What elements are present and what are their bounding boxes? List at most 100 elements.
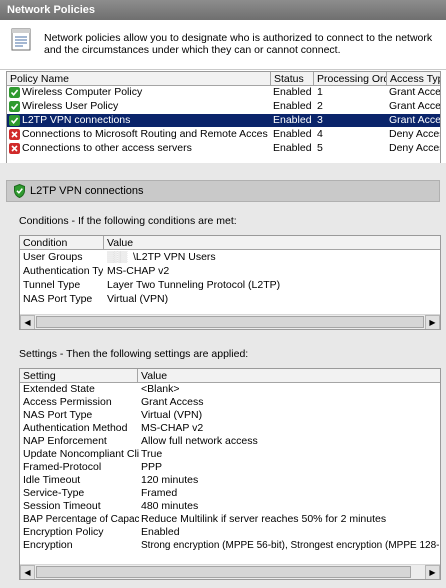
scroll-thumb[interactable] [36, 316, 424, 328]
setting-row[interactable]: Encryption Strong encryption (MPPE 56-bi… [20, 539, 440, 552]
setting-name: Update Noncompliant Clients [23, 448, 139, 460]
policy-access-type: Deny Access [389, 128, 440, 140]
setting-name: Idle Timeout [23, 474, 81, 486]
column-header-processing-order[interactable]: Processing Order [314, 72, 387, 86]
condition-row[interactable]: NAS Port Type Virtual (VPN) [20, 293, 440, 306]
condition-row[interactable]: Authentication Type MS-CHAP v2 [20, 265, 440, 278]
policy-access-type: Grant Access [389, 100, 441, 112]
detail-title: L2TP VPN connections [30, 185, 144, 197]
scroll-right-button[interactable]: ▶ [425, 565, 440, 579]
setting-value: Enabled [141, 526, 180, 538]
condition-name: NAS Port Type [23, 293, 93, 305]
column-header-value[interactable]: Value [138, 369, 440, 383]
setting-row[interactable]: Update Noncompliant Clients True [20, 448, 440, 461]
column-header-setting[interactable]: Setting [20, 369, 138, 383]
setting-name: Access Permission [23, 396, 112, 408]
setting-value: Grant Access [141, 396, 204, 408]
policy-status: Enabled [273, 114, 312, 126]
scroll-left-button[interactable]: ◀ [20, 565, 35, 579]
condition-name: Authentication Type [23, 265, 103, 277]
setting-value: Strong encryption (MPPE 56-bit), Stronge… [141, 540, 439, 551]
scroll-left-button[interactable]: ◀ [20, 315, 35, 329]
policy-name: L2TP VPN connections [22, 114, 131, 126]
policy-row[interactable]: Connections to other access servers Enab… [7, 142, 440, 155]
condition-name: User Groups [23, 251, 83, 263]
setting-row[interactable]: Extended State <Blank> [20, 383, 440, 396]
conditions-horizontal-scrollbar[interactable]: ◀ ▶ [20, 314, 440, 329]
setting-row[interactable]: Framed-Protocol PPP [20, 461, 440, 474]
policy-name: Wireless User Policy [22, 100, 119, 112]
grant-policy-icon [9, 101, 20, 112]
policy-status: Enabled [273, 142, 312, 154]
setting-value: 120 minutes [141, 474, 199, 486]
policy-row[interactable]: Connections to Microsoft Routing and Rem… [7, 128, 440, 141]
condition-row[interactable]: User Groups ▒▒▒ \L2TP VPN Users [20, 251, 440, 264]
setting-row[interactable]: Service-Type Framed [20, 487, 440, 500]
setting-name: BAP Percentage of Capacity [23, 514, 139, 525]
policy-order: 4 [317, 128, 323, 140]
policy-shield-icon [14, 184, 25, 198]
grant-policy-icon [9, 115, 20, 126]
conditions-list[interactable]: Condition Value User Groups ▒▒▒ \L2TP VP… [19, 235, 441, 330]
description-area: Network policies allow you to designate … [0, 20, 446, 70]
setting-name: Encryption Policy [23, 526, 104, 538]
policy-row-selected[interactable]: L2TP VPN connections Enabled 3 Grant Acc… [7, 114, 440, 127]
grant-policy-icon [9, 87, 20, 98]
setting-name: Extended State [23, 383, 95, 395]
column-header-status[interactable]: Status [271, 72, 314, 86]
setting-value: 480 minutes [141, 500, 199, 512]
condition-row[interactable]: Tunnel Type Layer Two Tunneling Protocol… [20, 279, 440, 292]
document-list-icon [11, 28, 31, 51]
setting-name: Authentication Method [23, 422, 128, 434]
setting-row[interactable]: NAP Enforcement Allow full network acces… [20, 435, 440, 448]
setting-row[interactable]: Authentication Method MS-CHAP v2 [20, 422, 440, 435]
panel-title: Network Policies [0, 0, 446, 20]
settings-list[interactable]: Setting Value Extended State <Blank> Acc… [19, 368, 441, 580]
setting-name: NAS Port Type [23, 409, 93, 421]
condition-value: Layer Two Tunneling Protocol (L2TP) [107, 279, 281, 291]
setting-row[interactable]: Access Permission Grant Access [20, 396, 440, 409]
condition-name: Tunnel Type [23, 279, 81, 291]
setting-name: Service-Type [23, 487, 85, 499]
policy-order: 1 [317, 86, 323, 98]
scroll-thumb[interactable] [36, 566, 411, 578]
setting-row[interactable]: Idle Timeout 120 minutes [20, 474, 440, 487]
setting-row[interactable]: NAS Port Type Virtual (VPN) [20, 409, 440, 422]
deny-policy-icon [9, 143, 20, 154]
policy-name: Connections to Microsoft Routing and Rem… [22, 128, 268, 140]
setting-value: Reduce Multilink if server reaches 50% f… [141, 513, 387, 525]
settings-horizontal-scrollbar[interactable]: ◀ ▶ [20, 564, 440, 579]
condition-value: Virtual (VPN) [107, 293, 169, 305]
setting-name: NAP Enforcement [23, 435, 107, 447]
column-header-condition[interactable]: Condition [20, 236, 104, 250]
setting-row[interactable]: Session Timeout 480 minutes [20, 500, 440, 513]
setting-row[interactable]: BAP Percentage of Capacity Reduce Multil… [20, 513, 440, 526]
condition-value: \L2TP VPN Users [133, 251, 216, 263]
setting-value: True [141, 448, 163, 460]
policy-access-type: Grant Access [389, 114, 441, 126]
column-header-value[interactable]: Value [104, 236, 440, 250]
setting-name: Session Timeout [23, 500, 101, 512]
scroll-right-button[interactable]: ▶ [425, 315, 440, 329]
policy-status: Enabled [273, 100, 312, 112]
policy-status: Enabled [273, 128, 312, 140]
condition-value: MS-CHAP v2 [107, 265, 170, 277]
redacted-domain: ▒▒▒ [107, 251, 127, 263]
setting-name: Framed-Protocol [23, 461, 102, 473]
setting-value: PPP [141, 461, 163, 473]
column-header-policy-name[interactable]: Policy Name [7, 72, 271, 86]
policy-order: 2 [317, 100, 323, 112]
settings-label: Settings - Then the following settings a… [19, 348, 249, 360]
setting-value: Framed [141, 487, 178, 499]
setting-row[interactable]: Encryption Policy Enabled [20, 526, 440, 539]
setting-name: Encryption [23, 539, 73, 551]
detail-header: L2TP VPN connections [6, 180, 440, 202]
column-header-access-type[interactable]: Access Type [387, 72, 440, 86]
policy-status: Enabled [273, 86, 312, 98]
policy-row[interactable]: Wireless User Policy Enabled 2 Grant Acc… [7, 100, 440, 113]
deny-policy-icon [9, 129, 20, 140]
policy-row[interactable]: Wireless Computer Policy Enabled 1 Grant… [7, 86, 440, 99]
setting-value: Allow full network access [141, 435, 258, 447]
policy-order: 5 [317, 142, 323, 154]
policy-access-type: Deny Access [389, 142, 440, 154]
